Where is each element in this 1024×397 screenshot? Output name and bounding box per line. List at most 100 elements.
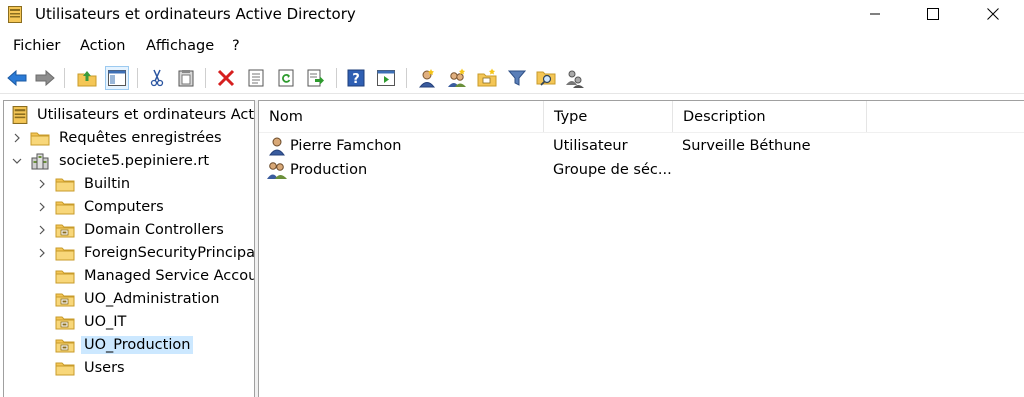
maximize-icon [927, 8, 939, 20]
toolbar-separator [205, 68, 206, 88]
tree-root[interactable]: Utilisateurs et ordinateurs Active Direc… [10, 104, 254, 126]
item-name: Production [290, 162, 368, 178]
tree-item-saved-queries[interactable]: Requêtes enregistrées [12, 127, 225, 149]
tree-item-foreign-security-principals[interactable]: ForeignSecurityPrincipals [37, 242, 255, 264]
show-console-tree-icon [108, 70, 126, 86]
title-bar: Utilisateurs et ordinateurs Active Direc… [0, 0, 1024, 30]
tree-item-builtin[interactable]: Builtin [37, 173, 133, 195]
delete-button[interactable] [214, 66, 238, 90]
folder-icon [55, 244, 75, 262]
folder-icon [55, 267, 75, 285]
column-header-name[interactable]: Nom [259, 101, 544, 132]
refresh-icon [278, 69, 294, 87]
toolbar-separator [64, 68, 65, 88]
chevron-right-icon[interactable] [12, 133, 22, 143]
chevron-right-icon[interactable] [37, 225, 47, 235]
result-list[interactable]: Nom Type Description Pierre Famchon Util… [258, 100, 1024, 397]
show-console-tree-button[interactable] [105, 66, 129, 90]
new-ou-button[interactable] [475, 66, 499, 90]
folder-icon [55, 359, 75, 377]
tree-item-uo-it[interactable]: UO_IT [55, 311, 129, 333]
tree-item-computers[interactable]: Computers [37, 196, 167, 218]
header-divider [259, 132, 1024, 133]
tree-item-label: UO_Production [81, 336, 194, 354]
window-title: Utilisateurs et ordinateurs Active Direc… [35, 5, 356, 23]
paste-button[interactable] [174, 66, 198, 90]
cut-button[interactable] [145, 66, 169, 90]
tree-item-label: ForeignSecurityPrincipals [84, 245, 255, 261]
list-item[interactable]: Pierre Famchon Utilisateur Surveille Bét… [259, 135, 1024, 157]
tree-item-label: Domain Controllers [84, 222, 224, 238]
chevron-right-icon[interactable] [37, 179, 47, 189]
tree-item-uo-administration[interactable]: UO_Administration [55, 288, 222, 310]
properties-icon [248, 69, 264, 87]
user-icon [267, 135, 291, 157]
console-view-button[interactable] [374, 66, 398, 90]
folder-icon [55, 198, 75, 216]
help-button[interactable]: ? [344, 66, 368, 90]
tree-item-label: Builtin [84, 176, 131, 192]
maximize-button[interactable] [910, 0, 956, 28]
domain-icon [30, 152, 50, 170]
column-header-description[interactable]: Description [673, 101, 867, 132]
item-type: Utilisateur [553, 138, 628, 154]
menu-fichier[interactable]: Fichier [13, 38, 60, 54]
forward-arrow-icon [35, 69, 55, 87]
console-view-icon [377, 70, 395, 86]
list-item[interactable]: Production Groupe de séc... [259, 159, 1024, 181]
new-user-button[interactable] [415, 66, 439, 90]
add-to-group-icon [566, 70, 584, 88]
close-button[interactable] [970, 0, 1016, 28]
folder-icon [30, 129, 50, 147]
toolbar: ? [0, 62, 1024, 94]
up-folder-icon [77, 71, 97, 87]
tree-item-label: UO_IT [84, 314, 127, 330]
tree-item-label: UO_Administration [84, 291, 220, 307]
app-icon [8, 6, 22, 23]
menu-help[interactable]: ? [232, 38, 240, 54]
item-name: Pierre Famchon [290, 138, 402, 154]
tree-item-uo-production[interactable]: UO_Production [55, 334, 194, 356]
tree-item-label: Computers [84, 199, 164, 215]
close-icon [987, 8, 999, 20]
column-header-type[interactable]: Type [544, 101, 673, 132]
refresh-button[interactable] [274, 66, 298, 90]
new-group-icon [448, 68, 466, 87]
chevron-right-icon[interactable] [37, 202, 47, 212]
chevron-down-icon[interactable] [12, 156, 22, 166]
toolbar-separator [336, 68, 337, 88]
tree-item-domain-controllers[interactable]: Domain Controllers [37, 219, 227, 241]
tree-item-label: Users [84, 360, 125, 376]
minimize-button[interactable] [852, 0, 898, 28]
tree-item-managed-service-accounts[interactable]: Managed Service Accounts [55, 265, 254, 287]
ad-root-icon [10, 106, 30, 124]
up-folder-button[interactable] [75, 66, 99, 90]
tree-item-label: societe5.pepiniere.rt [59, 153, 210, 169]
chevron-right-icon[interactable] [37, 248, 47, 258]
export-list-button[interactable] [304, 66, 328, 90]
ou-folder-icon [55, 336, 75, 354]
find-icon [536, 71, 556, 86]
group-icon [266, 159, 290, 181]
tree-item-users[interactable]: Users [55, 357, 128, 379]
menu-bar: Fichier Action Affichage ? [0, 33, 1024, 59]
new-group-button[interactable] [445, 66, 469, 90]
console-tree[interactable]: Utilisateurs et ordinateurs Active Direc… [3, 100, 255, 397]
add-to-group-button[interactable] [563, 66, 587, 90]
new-ou-icon [477, 68, 497, 87]
svg-text:?: ? [352, 72, 360, 87]
cut-icon [150, 69, 164, 87]
ou-folder-icon [55, 290, 75, 308]
menu-affichage[interactable]: Affichage [146, 38, 214, 54]
back-button[interactable] [5, 66, 29, 90]
ou-folder-icon [55, 221, 75, 239]
filter-button[interactable] [505, 66, 529, 90]
find-button[interactable] [534, 66, 558, 90]
tree-item-domain[interactable]: societe5.pepiniere.rt [12, 150, 212, 172]
menu-action[interactable]: Action [80, 38, 125, 54]
help-icon: ? [347, 69, 365, 87]
properties-button[interactable] [244, 66, 268, 90]
forward-button[interactable] [33, 66, 57, 90]
toolbar-separator [406, 68, 407, 88]
folder-icon [55, 175, 75, 193]
